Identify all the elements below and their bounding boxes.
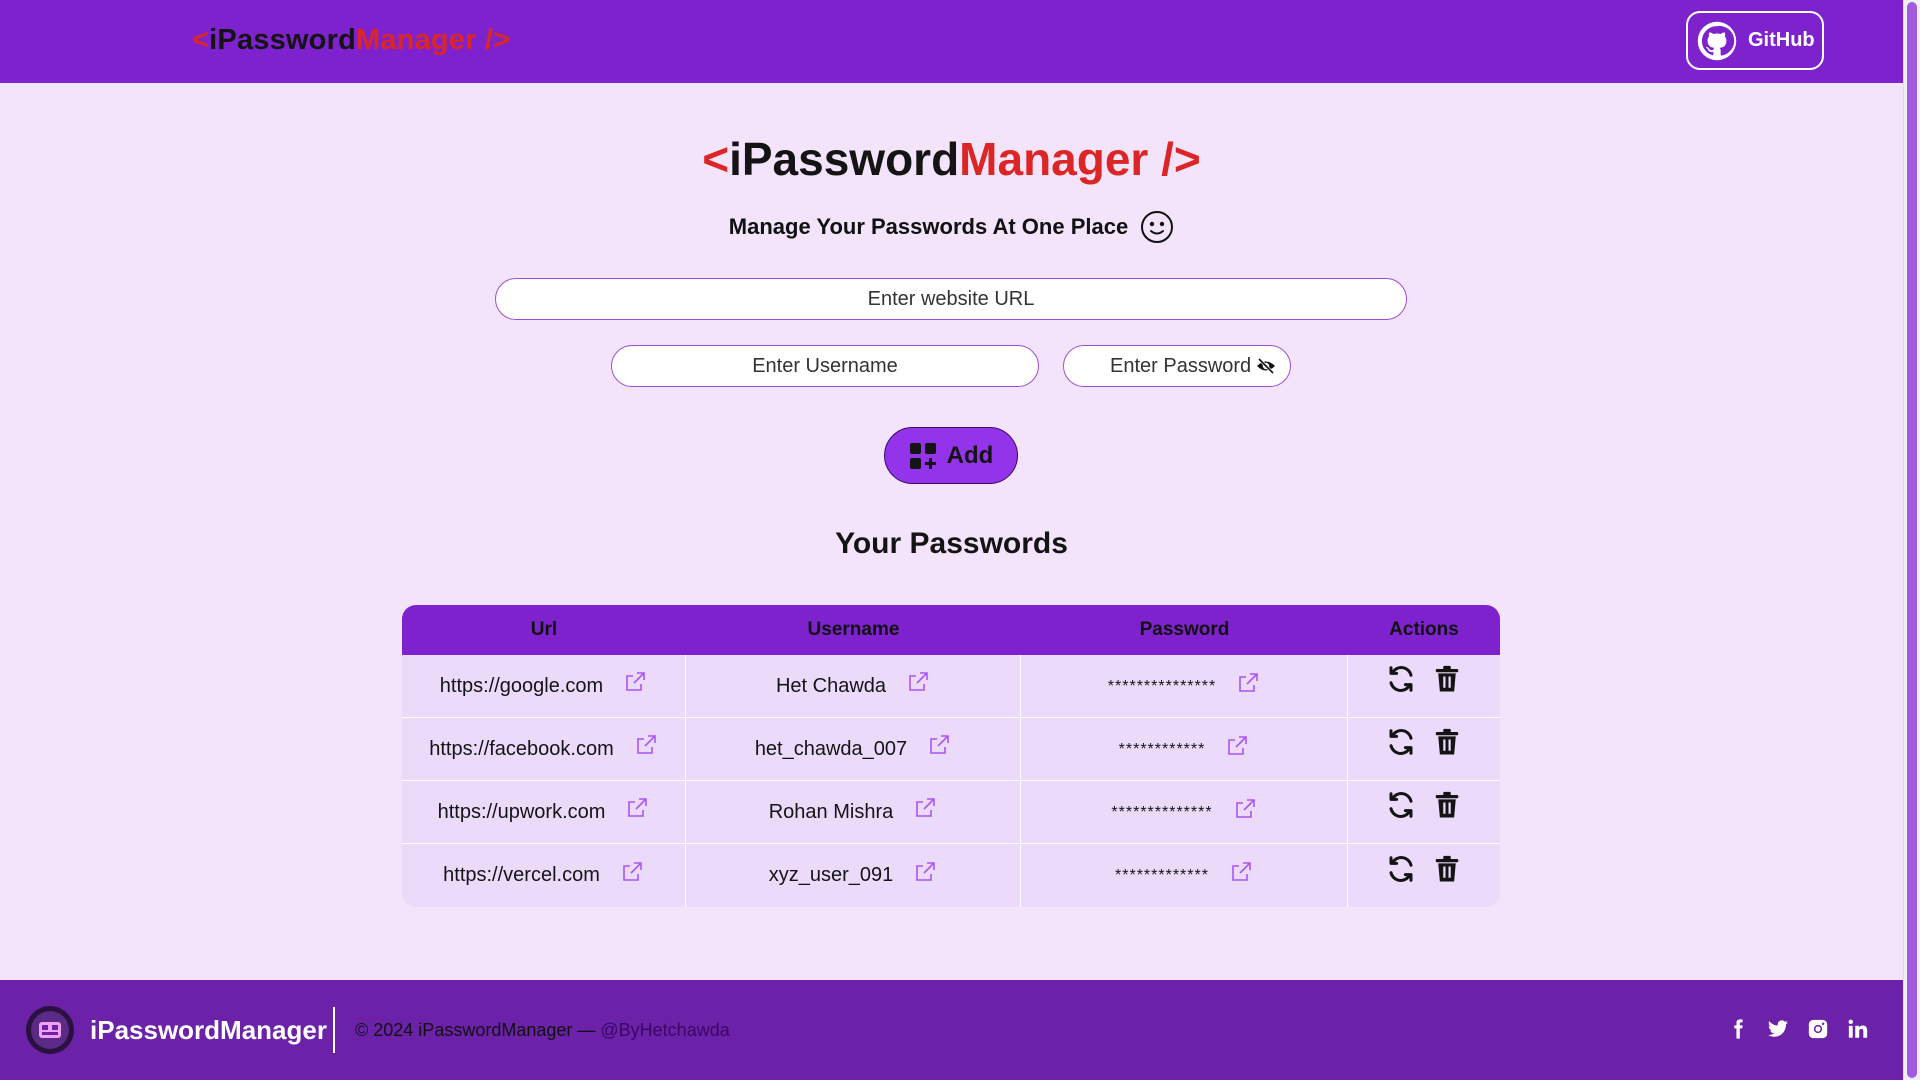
smiley-face-icon bbox=[1141, 211, 1174, 243]
url-text: https://vercel.com bbox=[443, 864, 600, 886]
edit-refresh-icon[interactable] bbox=[1386, 854, 1416, 884]
page-title: <iPasswordManager /> bbox=[702, 133, 1201, 185]
table-row: https://upwork.com Rohan Mishra **********… bbox=[402, 781, 1500, 844]
table-row: https://vercel.com xyz_user_091 **********… bbox=[402, 844, 1500, 907]
copy-username-icon[interactable] bbox=[913, 796, 937, 820]
column-header-actions: Actions bbox=[1348, 605, 1500, 655]
password-text: *************** bbox=[1107, 677, 1217, 695]
url-placeholder: Enter website URL bbox=[867, 287, 1035, 310]
column-header-url: Url bbox=[402, 605, 686, 655]
actions-cell bbox=[1348, 655, 1500, 718]
add-grid-icon bbox=[909, 442, 936, 469]
page: <iPasswordManager /> GitHub <iPasswordMa… bbox=[0, 0, 1903, 1080]
copy-username-icon[interactable] bbox=[927, 733, 951, 757]
username-input[interactable]: Enter Username bbox=[611, 345, 1039, 387]
passwords-heading: Your Passwords bbox=[835, 527, 1068, 560]
username-cell: xyz_user_091 bbox=[686, 844, 1021, 907]
footer-handle-link[interactable]: @ByHetchawda bbox=[600, 1020, 729, 1040]
username-cell: Het Chawda bbox=[686, 655, 1021, 718]
password-cell: ************ bbox=[1021, 718, 1348, 781]
password-cell: ************** bbox=[1021, 781, 1348, 844]
copy-password-icon[interactable] bbox=[1236, 671, 1260, 695]
username-cell: het_chawda_007 bbox=[686, 718, 1021, 781]
scrollbar-thumb[interactable] bbox=[1907, 2, 1917, 1078]
username-cell: Rohan Mishra bbox=[686, 781, 1021, 844]
footer-logo-icon[interactable] bbox=[25, 1005, 75, 1055]
footer-divider bbox=[333, 1007, 335, 1053]
username-placeholder: Enter Username bbox=[752, 354, 898, 377]
navbar-logo[interactable]: <iPasswordManager /> bbox=[192, 24, 510, 57]
table-row: https://google.com Het Chawda ************… bbox=[402, 655, 1500, 718]
copy-url-icon[interactable] bbox=[623, 670, 647, 694]
delete-trash-icon[interactable] bbox=[1432, 664, 1462, 694]
url-cell: https://facebook.com bbox=[402, 718, 686, 781]
tagline: Manage Your Passwords At One Place bbox=[0, 210, 1903, 244]
eye-slash-icon[interactable] bbox=[1256, 358, 1276, 374]
copy-password-icon[interactable] bbox=[1229, 860, 1253, 884]
username-text: Rohan Mishra bbox=[768, 800, 894, 823]
add-label: Add bbox=[946, 441, 994, 469]
delete-trash-icon[interactable] bbox=[1432, 727, 1462, 757]
actions-cell bbox=[1348, 781, 1500, 844]
column-header-username: Username bbox=[686, 605, 1021, 655]
url-cell: https://google.com bbox=[402, 655, 686, 718]
url-cell: https://upwork.com bbox=[402, 781, 686, 844]
password-text: ************* bbox=[1115, 867, 1209, 884]
delete-trash-icon[interactable] bbox=[1432, 854, 1462, 884]
url-text: https://google.com bbox=[439, 674, 604, 697]
edit-refresh-icon[interactable] bbox=[1386, 664, 1416, 694]
edit-refresh-icon[interactable] bbox=[1386, 790, 1416, 820]
url-text: https://facebook.com bbox=[429, 737, 614, 760]
table-header-row: Url Username Password Actions bbox=[402, 605, 1500, 655]
github-icon bbox=[1697, 21, 1737, 60]
password-text: ************** bbox=[1111, 803, 1213, 821]
copy-url-icon[interactable] bbox=[620, 860, 644, 884]
username-text: Het Chawda bbox=[775, 674, 887, 697]
actions-cell bbox=[1348, 718, 1500, 781]
add-button[interactable]: Add bbox=[884, 427, 1018, 484]
top-navbar: <iPasswordManager /> GitHub bbox=[0, 0, 1903, 83]
website-url-input[interactable]: Enter website URL bbox=[495, 278, 1407, 320]
username-text: het_chawda_007 bbox=[754, 737, 908, 760]
url-cell: https://vercel.com bbox=[402, 844, 686, 907]
footer: iPasswordManager © 2024 iPasswordManager… bbox=[0, 980, 1903, 1080]
tagline-text: Manage Your Passwords At One Place bbox=[728, 214, 1129, 239]
linkedin-icon[interactable] bbox=[1847, 1018, 1869, 1040]
footer-brand: iPasswordManager bbox=[90, 1015, 327, 1045]
footer-copyright: © 2024 iPasswordManager — @ByHetchawda bbox=[355, 1020, 730, 1040]
facebook-icon[interactable] bbox=[1727, 1018, 1749, 1040]
github-label: GitHub bbox=[1748, 29, 1815, 51]
copy-password-icon[interactable] bbox=[1233, 797, 1257, 821]
username-text: xyz_user_091 bbox=[768, 864, 894, 886]
delete-trash-icon[interactable] bbox=[1432, 790, 1462, 820]
github-button[interactable]: GitHub bbox=[1686, 11, 1824, 70]
vertical-scrollbar[interactable] bbox=[1903, 0, 1920, 1080]
edit-refresh-icon[interactable] bbox=[1386, 727, 1416, 757]
table-body: https://google.com Het Chawda ************… bbox=[402, 655, 1500, 907]
password-placeholder: Enter Password bbox=[1110, 354, 1252, 377]
password-cell: ************* bbox=[1021, 844, 1348, 907]
column-header-password: Password bbox=[1021, 605, 1348, 655]
instagram-icon[interactable] bbox=[1807, 1018, 1829, 1040]
copy-username-icon[interactable] bbox=[906, 670, 930, 694]
password-input[interactable]: Enter Password bbox=[1063, 345, 1291, 387]
copy-username-icon[interactable] bbox=[913, 860, 937, 884]
url-text: https://upwork.com bbox=[437, 800, 606, 823]
password-cell: *************** bbox=[1021, 655, 1348, 718]
table-row: https://facebook.com het_chawda_007 ******… bbox=[402, 718, 1500, 781]
copy-password-icon[interactable] bbox=[1225, 734, 1249, 758]
copy-url-icon[interactable] bbox=[625, 796, 649, 820]
passwords-table: Url Username Password Actions https://go… bbox=[402, 605, 1500, 907]
actions-cell bbox=[1348, 844, 1500, 907]
social-links bbox=[1727, 1018, 1869, 1040]
twitter-icon[interactable] bbox=[1767, 1018, 1789, 1040]
password-text: ************ bbox=[1118, 740, 1206, 758]
copy-url-icon[interactable] bbox=[634, 733, 658, 757]
